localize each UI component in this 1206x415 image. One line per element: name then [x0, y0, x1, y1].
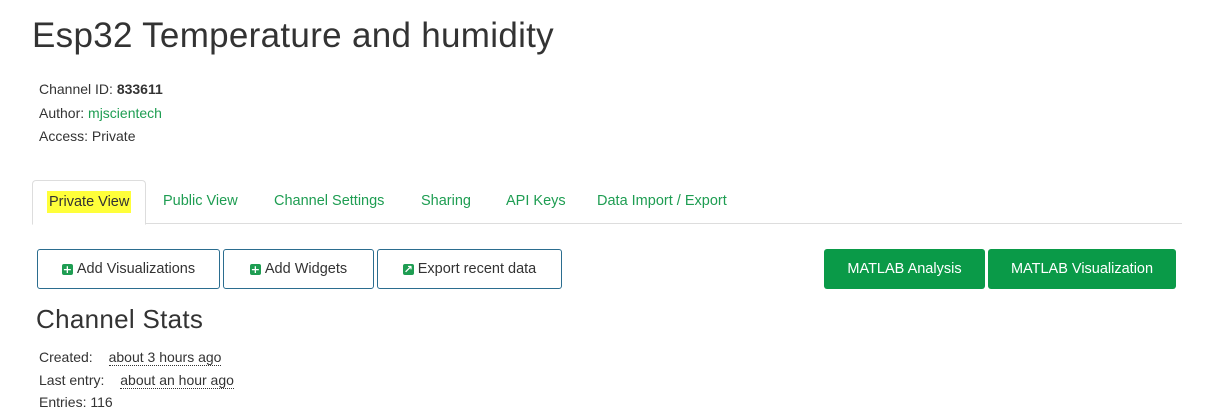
author-row: Author: mjscientech [39, 102, 163, 126]
page-title: Esp32 Temperature and humidity [32, 16, 554, 55]
created-row: Created: about 3 hours ago [39, 346, 234, 369]
channel-id-value: 833611 [116, 81, 163, 97]
tab-api-keys[interactable]: API Keys [506, 180, 566, 223]
add-widgets-button[interactable]: + Add Widgets [223, 249, 374, 289]
access-value: Private [91, 128, 136, 144]
button-label: Add Widgets [264, 261, 348, 277]
entries-value: 116 [90, 394, 113, 410]
last-entry-label: Last entry: [39, 371, 105, 388]
tab-data-import-export[interactable]: Data Import / Export [597, 180, 727, 223]
plus-square-icon: + [61, 262, 73, 276]
channel-stats: Created: about 3 hours ago Last entry: a… [39, 346, 234, 414]
button-label: Add Visualizations [76, 261, 196, 277]
channel-id-label: Channel ID: [39, 81, 113, 97]
last-entry-value: about an hour ago [120, 371, 234, 389]
tab-private-view[interactable]: Private View [32, 180, 147, 225]
button-label: Export recent data [417, 261, 537, 277]
plus-square-icon: + [249, 262, 261, 276]
external-link-square-icon: ↗ [402, 262, 414, 276]
tab-sharing[interactable]: Sharing [421, 180, 471, 223]
channel-id-row: Channel ID: 833611 [39, 78, 163, 102]
author-link[interactable]: mjscientech [88, 105, 162, 121]
access-row: Access: Private [39, 125, 163, 149]
channel-tabs: Private View Public View Channel Setting… [32, 180, 1182, 225]
created-label: Created: [39, 349, 93, 365]
entries-label: Entries: [39, 394, 87, 410]
matlab-visualization-button[interactable]: MATLAB Visualization [988, 249, 1176, 289]
add-visualizations-button[interactable]: + Add Visualizations [37, 249, 220, 289]
entries-row: Entries: 116 [39, 391, 234, 414]
export-recent-data-button[interactable]: ↗ Export recent data [377, 249, 562, 289]
access-label: Access: [39, 128, 89, 144]
last-entry-row: Last entry: about an hour ago [39, 369, 234, 392]
matlab-analysis-button[interactable]: MATLAB Analysis [824, 249, 985, 289]
tab-label: Private View [47, 191, 132, 213]
author-label: Author: [39, 104, 85, 121]
channel-info: Channel ID: 833611 Author: mjscientech A… [39, 78, 163, 149]
created-value: about 3 hours ago [108, 349, 222, 366]
channel-stats-title: Channel Stats [36, 304, 204, 334]
tab-channel-settings[interactable]: Channel Settings [274, 180, 384, 223]
tab-public-view[interactable]: Public View [163, 180, 238, 223]
